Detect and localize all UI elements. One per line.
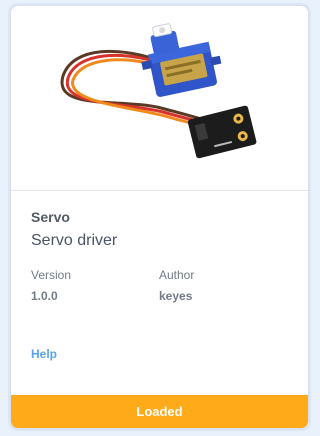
extension-name: Servo [31,209,70,225]
author-value: keyes [159,289,193,303]
version-label: Version [31,268,72,282]
author-label: Author [159,268,195,282]
divider [11,190,308,191]
extension-description: Servo driver [31,232,118,249]
loaded-status-bar[interactable]: Loaded [11,395,308,428]
servo-motor-module-icon [60,23,257,159]
help-link[interactable]: Help [31,347,57,361]
status-label: Loaded [136,404,183,419]
extension-card[interactable]: Servo Servo driver Version 1.0.0 Author … [10,5,309,429]
version-value: 1.0.0 [31,289,58,303]
servo-image [11,6,308,189]
